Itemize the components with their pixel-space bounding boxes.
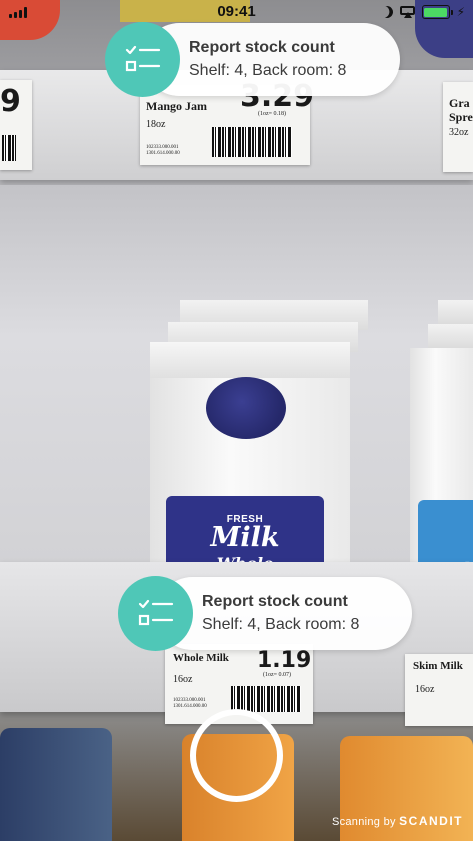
product-code: 1301.614.000.00	[146, 151, 180, 156]
battery-icon	[421, 5, 453, 19]
product-name: Skim Milk	[413, 660, 463, 672]
callout-icon-circle[interactable]	[118, 576, 193, 651]
scandit-branding: Scanning by SCANDIT	[332, 814, 463, 828]
shelf-tag-mango-jam: Mango Jam 18oz 3.29 (1oz= 0.18) 102333.0…	[140, 79, 314, 165]
product-code: 1301.614.000.00	[173, 704, 207, 709]
barcode	[231, 686, 301, 712]
product-size: 32oz	[449, 127, 469, 138]
callout-icon-circle[interactable]	[105, 22, 180, 97]
product-name: Spre	[449, 110, 473, 124]
charging-icon: ⚡	[456, 5, 465, 19]
shelf-tag-partial-right: Gra Spre 32oz	[443, 82, 473, 172]
callout-title: Report stock count	[189, 39, 335, 56]
product-name: Whole Milk	[173, 652, 229, 664]
product-price: 1.19	[257, 648, 312, 673]
stock-count-callout-bottom[interactable]: Report stock count Shelf: 4, Back room: …	[118, 576, 412, 651]
branding-prefix: Scanning by	[331, 816, 396, 828]
bottom-product-left	[0, 728, 112, 841]
product-size: 16oz	[415, 684, 435, 695]
callout-detail: Shelf: 4, Back room: 8	[202, 616, 360, 633]
product-size: 16oz	[173, 674, 193, 685]
callout-detail: Shelf: 4, Back room: 8	[189, 62, 347, 79]
unit-price: (1oz= 0.18)	[258, 111, 287, 117]
product-name: Mango Jam	[146, 99, 207, 113]
scan-shutter-button[interactable]	[190, 709, 283, 802]
checklist-icon	[125, 45, 161, 72]
barcode	[2, 135, 16, 161]
moon-icon	[378, 4, 394, 20]
product-size: 18oz	[146, 119, 166, 130]
barcode	[212, 127, 292, 157]
callout-bubble[interactable]	[156, 577, 412, 650]
unit-price: (1oz= 0.07)	[263, 672, 292, 678]
status-icons: ⚡	[381, 4, 465, 20]
checklist-icon	[138, 599, 174, 626]
carton-milk-text: Milk	[210, 522, 280, 553]
product-name: Gra	[449, 96, 470, 110]
carton-cap	[206, 377, 286, 439]
scandit-logo: SCANDIT	[399, 814, 463, 828]
status-bar: 09:41 ⚡	[0, 0, 473, 24]
stock-count-callout-top[interactable]: Report stock count Shelf: 4, Back room: …	[105, 22, 400, 97]
airplay-icon	[399, 6, 415, 18]
callout-bubble[interactable]	[143, 23, 400, 96]
shelf-tag-skim-milk: Skim Milk 16oz	[405, 654, 473, 726]
shelf-tag-partial-left: 9	[0, 80, 32, 170]
price-fragment: 9	[0, 84, 21, 119]
callout-title: Report stock count	[202, 593, 348, 610]
